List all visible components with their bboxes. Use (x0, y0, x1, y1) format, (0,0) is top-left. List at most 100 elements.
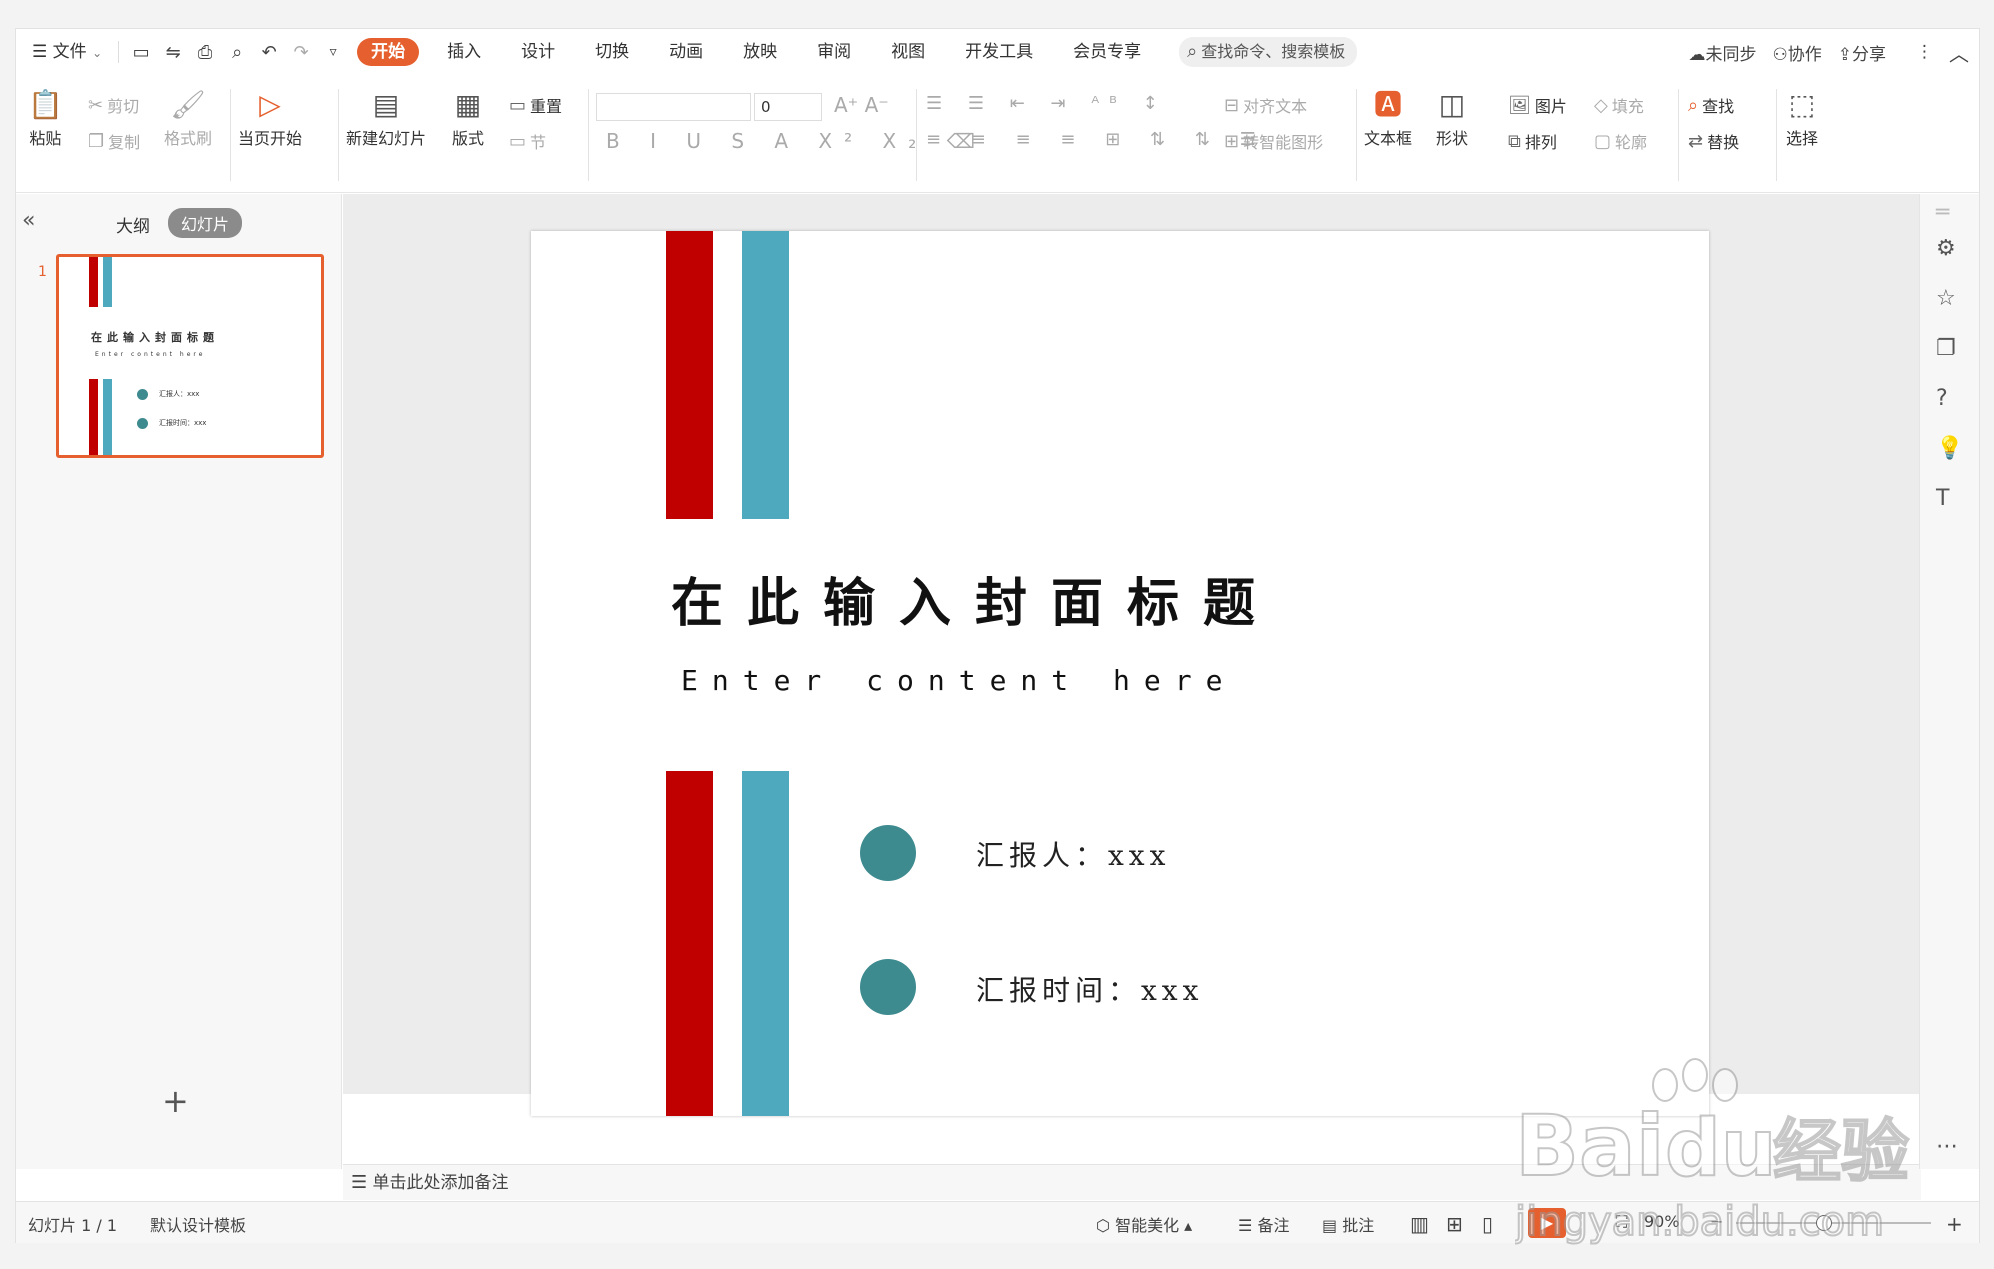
tab-start[interactable]: 开始 (357, 38, 420, 66)
format-painter-button[interactable]: 🖌 格式刷 (164, 91, 212, 149)
slide-subtitle[interactable]: Enter content here (681, 664, 1236, 697)
fit-icon[interactable]: ⛶ (1616, 1212, 1627, 1232)
more-icon[interactable]: ⋮ (1916, 42, 1933, 62)
more-dots-icon[interactable]: ⋯ (1936, 1134, 1958, 1159)
reporter-text[interactable]: 汇报人：xxx (976, 834, 1170, 874)
tab-outline[interactable]: 大纲 (116, 212, 150, 237)
template-name[interactable]: 默认设计模板 (150, 1212, 246, 1236)
font-size-buttons[interactable]: A⁺ A⁻ (834, 93, 889, 117)
zoom-in-icon[interactable]: + (1946, 1212, 1963, 1236)
cut-button[interactable]: ✂ 剪切 (88, 93, 139, 117)
align-text-button[interactable]: ⊟ 对齐文本 (1224, 93, 1307, 117)
tab-view[interactable]: 视图 (871, 36, 945, 68)
zoom-slider[interactable] (1736, 1222, 1931, 1224)
layout-button[interactable]: ▦ 版式 (452, 91, 484, 149)
properties-icon[interactable]: ⚙ (1936, 236, 1956, 261)
paste-button[interactable]: 📋 粘贴 (28, 91, 63, 149)
picture-label: 图片 (1534, 97, 1567, 116)
text-t-icon[interactable]: T (1936, 486, 1949, 511)
tab-transition[interactable]: 切换 (575, 36, 649, 68)
shape-icon: ◫ (1438, 88, 1466, 121)
help-icon[interactable]: ? (1936, 386, 1948, 411)
copy-slide-icon[interactable]: ❐ (1936, 336, 1956, 361)
fill-label: 填充 (1611, 97, 1644, 116)
zoom-out-icon[interactable]: − (1710, 1212, 1723, 1231)
thumb-dot-1 (137, 389, 148, 400)
customize-icon[interactable]: ▿ (317, 36, 349, 68)
file-menu[interactable]: ☰ 文件 ⌄ (22, 36, 112, 68)
slide-thumbnail[interactable]: 在此输入封面标题 Enter content here 汇报人：xxx 汇报时间… (56, 254, 324, 458)
beautify-button[interactable]: ⬡ 智能美化 ▴ (1096, 1212, 1192, 1236)
save-icon[interactable]: ▭ (125, 36, 157, 68)
wps-presentation-window: ☰ 文件 ⌄ ▭ ⇋ ⎙ ⌕ ↶ ↷ ▿ 开始 插入 设计 切换 动画 放映 审… (15, 28, 1980, 1243)
add-slide-icon[interactable]: + (162, 1082, 189, 1120)
grid-view-icon[interactable]: ⊞ (1446, 1212, 1463, 1236)
tab-member[interactable]: 会员专享 (1053, 36, 1161, 68)
slide[interactable]: 在此输入封面标题 Enter content here 汇报人：xxx 汇报时间… (531, 231, 1709, 1116)
picture-button[interactable]: 🖼 图片 (1508, 93, 1567, 117)
notes-area[interactable]: ☰ 单击此处添加备注 (343, 1164, 1921, 1200)
replace-button[interactable]: ⇄ 替换 (1688, 129, 1739, 153)
tab-review[interactable]: 审阅 (797, 36, 871, 68)
select-button[interactable]: ⬚ 选择 (1786, 91, 1818, 149)
collab-button[interactable]: ⚇协作 (1773, 40, 1822, 65)
reset-button[interactable]: ▭ 重置 (509, 93, 562, 117)
tab-animation[interactable]: 动画 (649, 36, 723, 68)
shape-button[interactable]: ◫ 形状 (1436, 91, 1468, 149)
arrange-button[interactable]: ⧉ 排列 (1508, 129, 1557, 153)
list-buttons[interactable]: ☰ ☰ ⇤ ⇥ ᴬᴮ ↕ (926, 93, 1168, 114)
align-buttons[interactable]: ≡ ≡ ≡ ≡ ⊞ ⇅ ⇅ ☰ (926, 129, 1268, 150)
preview-icon[interactable]: ⌕ (221, 36, 253, 68)
comments-button[interactable]: ▤ 批注 (1322, 1212, 1374, 1236)
slide-title[interactable]: 在此输入封面标题 (671, 561, 1279, 636)
thumb-red-bar-top (89, 257, 98, 307)
chevron-down-icon: ⌄ (92, 46, 103, 60)
print-icon[interactable]: ⎙ (189, 36, 221, 68)
vertical-scrollbar[interactable] (1905, 204, 1913, 954)
fill-button[interactable]: ◇ 填充 (1594, 93, 1644, 117)
comments-label: 批注 (1342, 1216, 1375, 1235)
notes-toggle-button[interactable]: ☰ 备注 (1238, 1212, 1289, 1236)
section-button[interactable]: ▭ 节 (509, 129, 546, 153)
copy-button[interactable]: ❐ 复制 (88, 129, 140, 153)
normal-view-icon[interactable]: ▥ (1410, 1212, 1429, 1236)
start-from-current-button[interactable]: ▷ 当页开始 (238, 91, 302, 149)
collapse-panel-icon[interactable]: « (22, 208, 35, 233)
reading-view-icon[interactable]: ▯ (1482, 1212, 1493, 1236)
command-search[interactable]: ⌕ 查找命令、搜索模板 (1179, 37, 1358, 67)
redo-icon[interactable]: ↷ (285, 36, 317, 68)
collapse-ribbon-icon[interactable]: ︿ (1949, 38, 1969, 67)
smart-shape-icon: ⊞ (1224, 130, 1240, 152)
outline-button[interactable]: ▢ 轮廓 (1594, 129, 1647, 153)
tab-developer[interactable]: 开发工具 (945, 36, 1053, 68)
tab-slideshow[interactable]: 放映 (723, 36, 797, 68)
zoom-slider-knob[interactable] (1816, 1215, 1832, 1231)
thumb-red-bar-bottom (89, 379, 98, 455)
smart-shape-button[interactable]: ⊞ 转智能图形 (1224, 129, 1323, 153)
collab-label: 协作 (1787, 44, 1822, 65)
sync-button[interactable]: ☁未同步 (1689, 40, 1757, 65)
tab-insert[interactable]: 插入 (427, 36, 501, 68)
find-button[interactable]: ⌕ 查找 (1688, 93, 1734, 117)
text-box-icon: 🅰 (1374, 88, 1403, 121)
report-time-text[interactable]: 汇报时间：xxx (976, 969, 1203, 1009)
zoom-level[interactable]: 90% (1644, 1212, 1680, 1231)
tab-design[interactable]: 设计 (501, 36, 575, 68)
share-button[interactable]: ⇪分享 (1838, 40, 1886, 65)
text-box-button[interactable]: 🅰 文本框 (1364, 91, 1412, 149)
reset-icon: ▭ (509, 94, 527, 116)
export-icon[interactable]: ⇋ (157, 36, 189, 68)
font-name-combo[interactable] (596, 93, 751, 121)
star-icon[interactable]: ☆ (1936, 286, 1956, 311)
share-label: 分享 (1852, 44, 1886, 65)
slide-count: 幻灯片 1 / 1 (28, 1216, 118, 1235)
new-slide-button[interactable]: ▤ 新建幻灯片 (346, 91, 426, 149)
menu-bar: ☰ 文件 ⌄ ▭ ⇋ ⎙ ⌕ ↶ ↷ ▿ 开始 插入 设计 切换 动画 放映 审… (16, 29, 1979, 75)
tab-slides[interactable]: 幻灯片 (168, 208, 243, 238)
font-size-combo[interactable]: 0 (754, 93, 822, 121)
undo-icon[interactable]: ↶ (253, 36, 285, 68)
search-placeholder: 查找命令、搜索模板 (1201, 42, 1346, 61)
cloud-icon: ☁ (1688, 44, 1706, 65)
play-slideshow-button[interactable]: ▶ (1528, 1208, 1566, 1238)
lightbulb-icon[interactable]: 💡 (1936, 436, 1963, 461)
